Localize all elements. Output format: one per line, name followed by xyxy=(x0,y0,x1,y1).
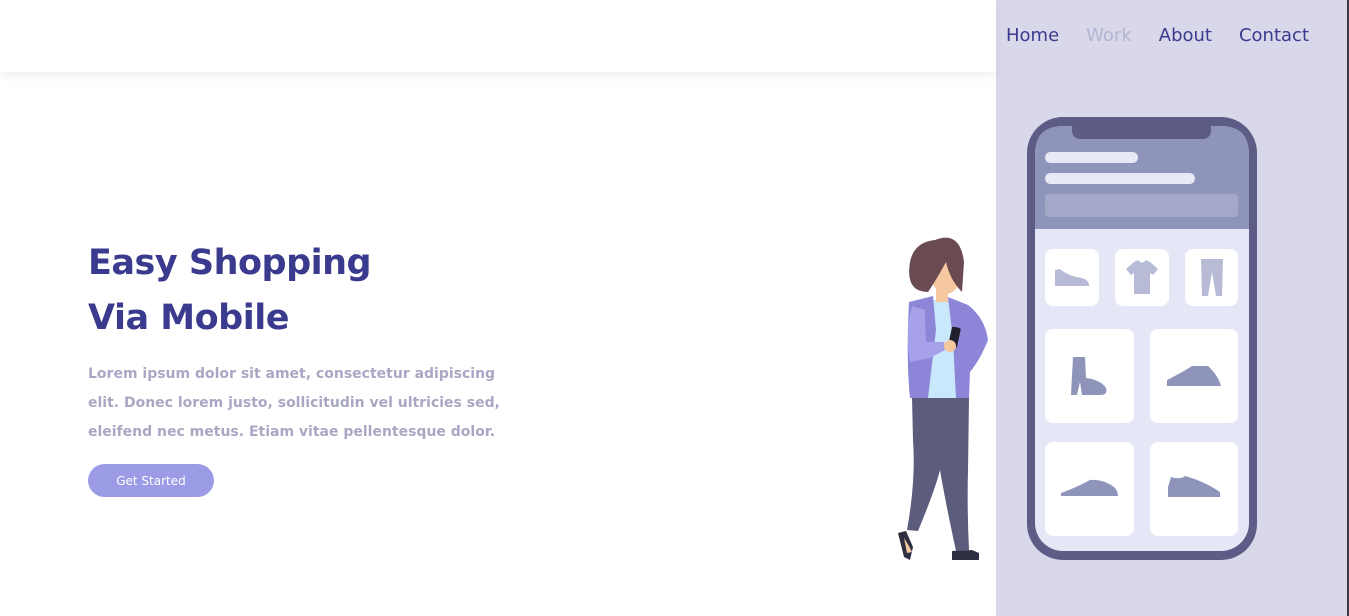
tile-boot xyxy=(1045,329,1134,423)
nav-item-contact[interactable]: Contact xyxy=(1239,24,1309,48)
header-bar xyxy=(0,0,996,72)
phone-illustration xyxy=(1027,117,1257,560)
hero-title-line1: Easy Shopping xyxy=(88,243,372,283)
hero-title-line2: Via Mobile xyxy=(88,298,289,338)
hero-title: Easy Shopping Via Mobile xyxy=(88,236,372,346)
shopping-illustration xyxy=(898,117,1257,560)
tile-pants xyxy=(1185,249,1238,306)
nav-item-work[interactable]: Work xyxy=(1086,24,1132,48)
get-started-button[interactable]: Get Started xyxy=(88,464,214,497)
hero-description: Lorem ipsum dolor sit amet, consectetur … xyxy=(88,366,500,440)
main-nav: Home Work About Contact xyxy=(1006,24,1336,48)
woman-illustration xyxy=(898,237,988,560)
nav-item-about[interactable]: About xyxy=(1159,24,1212,48)
nav-item-home[interactable]: Home xyxy=(1006,24,1059,48)
